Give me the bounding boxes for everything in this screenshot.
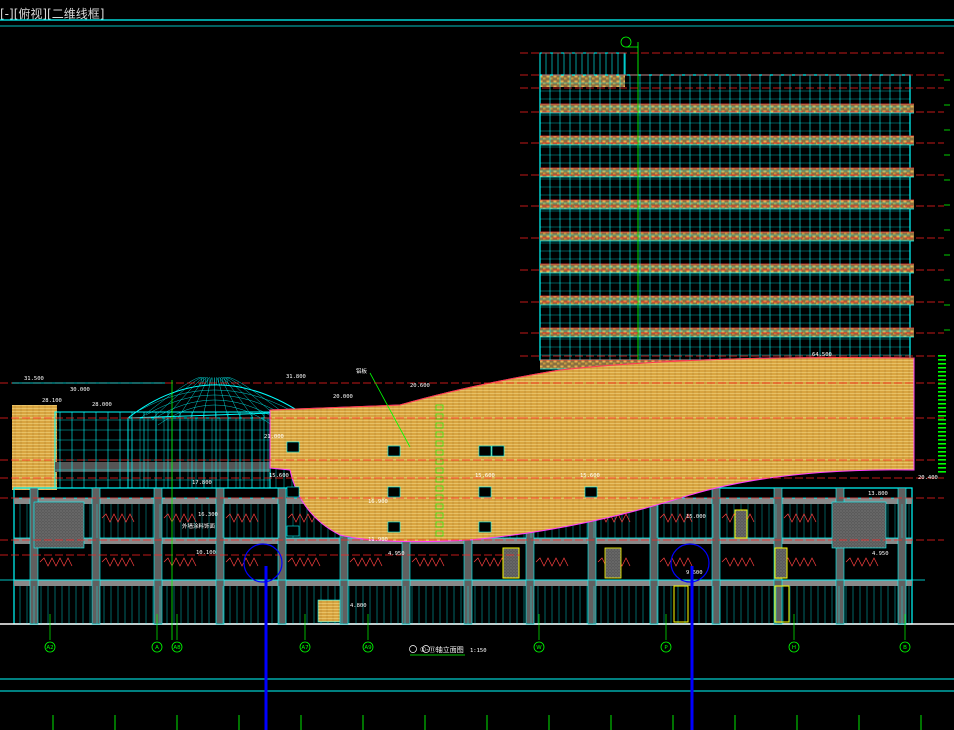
- dim-11900: 11.900: [368, 537, 388, 543]
- dim-4950b: 4.950: [872, 551, 889, 557]
- dim-mid-roof2: 20.600: [410, 383, 430, 389]
- axis-label-A7: A7: [301, 645, 309, 651]
- dim-15000: 15.000: [686, 514, 706, 520]
- axis-label-A: A: [155, 645, 159, 651]
- dim-right-end: 20.400: [918, 475, 938, 481]
- dim-17800: 17.800: [192, 480, 212, 486]
- dim-left-parapet: 31.500: [24, 376, 44, 382]
- dim-15600b: 15.600: [580, 473, 600, 479]
- note-curve: 铝板: [356, 367, 368, 375]
- axis-label-H: H: [792, 645, 796, 651]
- axis-label-W: W: [536, 645, 542, 651]
- axis-label-A2: A2: [46, 645, 53, 651]
- dim-4800: 4.800: [350, 603, 367, 609]
- dim-mid-roof: 20.000: [333, 394, 353, 400]
- note-left: 外墙涂料饰面: [182, 522, 216, 530]
- axis-label-B: B: [903, 645, 907, 651]
- axis-label-A8: A8: [173, 645, 181, 651]
- high-rise-tower: [539, 36, 914, 402]
- axis-label-A9: A9: [364, 645, 372, 651]
- blue-markers: [243, 543, 710, 730]
- dim-curve-top: 30.000: [70, 387, 90, 393]
- dim-16300: 16.300: [198, 512, 218, 518]
- dim-21000: 21.000: [264, 434, 284, 440]
- drawing-title: ①-⑪轴立面图 1:150: [409, 645, 487, 656]
- curved-facade: [269, 357, 915, 543]
- title-scale: 1:150: [470, 648, 487, 654]
- dim-tower-roof: 64.500: [812, 352, 832, 358]
- dim-left-roof2: 28.000: [92, 402, 112, 408]
- dim-16900: 16.900: [368, 499, 388, 505]
- dim-4950: 4.950: [388, 551, 405, 557]
- title-text: ①-⑪轴立面图: [420, 645, 464, 654]
- dim-15600a: 15.600: [269, 473, 289, 479]
- elevation-drawing[interactable]: 64.500 31.800 30.000 31.500 28.100 28.00…: [0, 0, 954, 730]
- dim-15600c: 15.600: [475, 473, 495, 479]
- axis-label-P: P: [664, 645, 668, 651]
- dim-9600: 9.600: [686, 570, 703, 576]
- dim-dome-top: 31.800: [286, 374, 306, 380]
- cad-viewport[interactable]: [-][俯视][二维线框] 64.500 31.800 30.000 31.50…: [0, 0, 954, 730]
- dim-left-roof: 28.100: [42, 398, 62, 404]
- dim-10100: 10.100: [196, 550, 216, 556]
- bottom-ruler: [52, 715, 922, 730]
- dim-13800: 13.800: [868, 491, 888, 497]
